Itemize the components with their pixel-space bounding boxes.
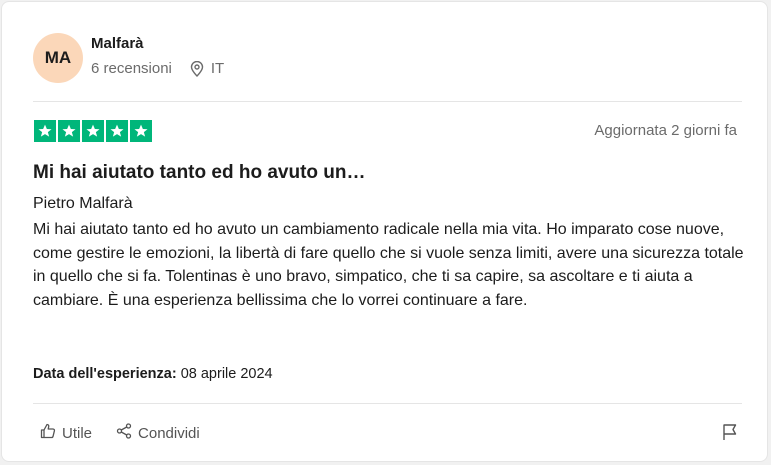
experience-label: Data dell'esperienza: [33, 366, 177, 382]
review-author: Pietro Malfarà [33, 195, 133, 212]
reviewer-name[interactable]: Malfarà [91, 35, 144, 52]
useful-button[interactable]: Utile [40, 423, 92, 443]
experience-date: Data dell'esperienza: 08 aprile 2024 [33, 366, 273, 382]
avatar-initials: MA [44, 48, 72, 67]
flag-icon[interactable] [722, 423, 738, 446]
review-count: 6 recensioni [91, 60, 172, 77]
location-pin-icon [190, 60, 204, 77]
divider [33, 403, 742, 404]
star-rating [34, 120, 152, 142]
star-icon [58, 120, 80, 142]
experience-value: 08 aprile 2024 [180, 366, 273, 382]
review-body: Mi hai aiutato tanto ed ho avuto un camb… [33, 221, 744, 309]
updated-timestamp: Aggiornata 2 giorni fa [594, 122, 737, 139]
share-icon [116, 423, 132, 443]
star-icon [130, 120, 152, 142]
useful-label: Utile [62, 424, 93, 442]
review-card: MA Malfarà 6 recensioni IT Aggiornata 2 … [1, 1, 768, 462]
share-button[interactable]: Condividi [116, 423, 200, 443]
review-title[interactable]: Mi hai aiutato tanto ed ho avuto un… [33, 162, 366, 184]
star-icon [106, 120, 128, 142]
divider [33, 101, 742, 102]
thumbs-up-icon [40, 423, 56, 443]
share-label: Condividi [138, 424, 200, 442]
star-icon [82, 120, 104, 142]
reviewer-country: IT [210, 60, 225, 77]
review-actions: Utile Condividi [40, 423, 200, 443]
star-icon [34, 120, 56, 142]
avatar[interactable]: MA [33, 33, 83, 83]
reviewer-meta: 6 recensioni IT [91, 60, 224, 77]
